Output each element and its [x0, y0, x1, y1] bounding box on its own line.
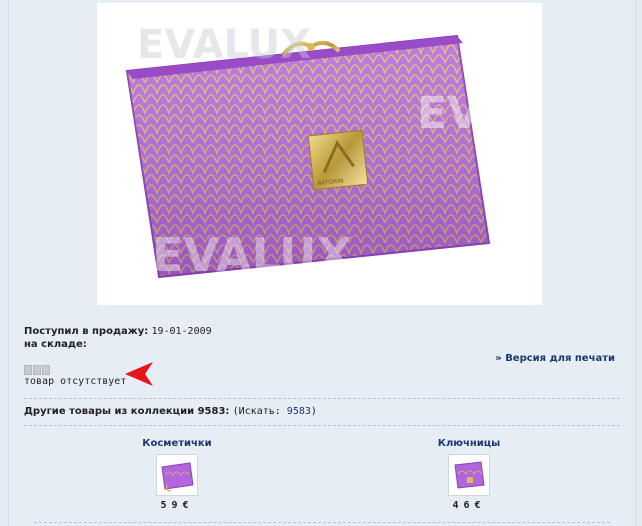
on-sale-row: Поступил в продажу: 19-01-2009: [24, 326, 212, 337]
double-chevron-icon: »: [495, 353, 502, 364]
watermark-right: EVALUX: [417, 88, 542, 139]
wallet-thumbnail-icon: [161, 462, 194, 492]
related-item-name[interactable]: Ключницы: [438, 438, 500, 449]
wallet-thumbnail-icon: [454, 461, 485, 489]
collection-row: Другие товары из коллекции 9583: (Искать…: [24, 406, 317, 417]
stock-dot: [33, 365, 41, 375]
divider: [34, 522, 610, 523]
collection-label: Другие товары из коллекции 9583:: [24, 406, 230, 417]
on-sale-label: Поступил в продажу:: [24, 326, 149, 337]
related-item-thumbnail[interactable]: [156, 454, 198, 496]
in-stock-row: на складе:: [24, 339, 87, 350]
stock-dot: [42, 365, 50, 375]
related-item-cosmetic-bags: Косметички 59€: [107, 438, 247, 511]
divider: [24, 425, 620, 426]
related-item-name[interactable]: Косметички: [142, 438, 211, 449]
collection-search-link[interactable]: 9583: [287, 406, 311, 417]
wallet-illustration: AKTORIN EVALUX EVALUX EVALUX: [125, 22, 608, 282]
on-sale-date: 19-01-2009: [151, 326, 212, 337]
print-version-link[interactable]: » Версия для печати: [495, 353, 615, 364]
stock-status: товар отсутствует: [24, 376, 127, 387]
related-item-thumbnail[interactable]: [448, 454, 490, 496]
search-prefix: (Искать:: [232, 406, 287, 417]
stock-dot: [24, 365, 32, 375]
arrow-icon: [125, 362, 153, 386]
watermark-top: EVALUX: [137, 22, 311, 68]
watermark-bottom: EVALUX: [152, 228, 352, 282]
related-item-price: 59€: [160, 500, 194, 511]
divider: [24, 398, 620, 399]
related-item-price: 46€: [452, 500, 486, 511]
related-item-key-holders: Ключницы 46€: [399, 438, 539, 511]
search-suffix: ): [310, 406, 317, 417]
in-stock-label: на складе:: [24, 339, 87, 350]
print-version-label: Версия для печати: [505, 353, 615, 364]
content-panel: AKTORIN EVALUX EVALUX EVALUX Поступил в …: [8, 0, 636, 526]
product-image: AKTORIN EVALUX EVALUX EVALUX: [97, 3, 608, 305]
